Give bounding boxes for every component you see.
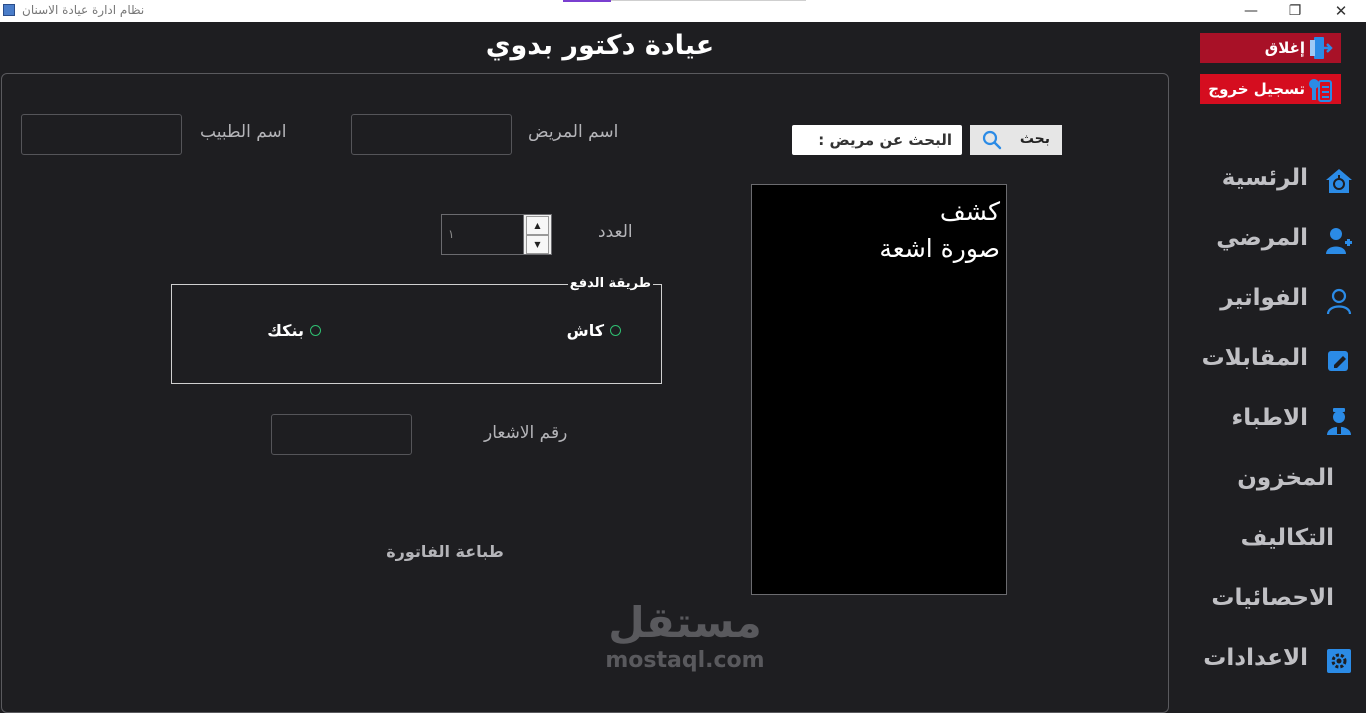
sidebar-item-home[interactable]: الرئسية — [1180, 157, 1366, 207]
exit-door-icon — [1310, 37, 1333, 59]
close-window-button[interactable]: ✕ — [1326, 2, 1356, 20]
maximize-button[interactable]: ❐ — [1280, 2, 1310, 20]
notification-number-label: رقم الاشعار — [484, 423, 568, 443]
doctor-name-label: اسم الطبيب — [200, 122, 287, 142]
sidebar-item-label: الاحصائيات — [1211, 585, 1334, 611]
payment-group-label: طريقة الدفع — [567, 276, 653, 291]
sidebar-item-label: الفواتير — [1220, 285, 1308, 311]
titlebar-accent-line — [611, 0, 806, 1]
list-item[interactable]: كشف — [758, 193, 1000, 230]
sidebar-item-label: المقابلات — [1201, 345, 1308, 371]
payment-cash-radio[interactable]: كاش — [567, 321, 621, 340]
patient-name-label: اسم المريض — [528, 122, 619, 142]
user-icon — [1326, 288, 1352, 315]
sidebar-item-label: الاطباء — [1231, 405, 1308, 431]
page-title: عيادة دكتور بدوي — [485, 30, 715, 61]
sidebar-item-label: المخزون — [1237, 465, 1334, 491]
watermark-latin: mostaql.com — [605, 648, 765, 673]
sidebar-item-invoices[interactable]: الفواتير — [1180, 277, 1366, 327]
count-stepper[interactable]: ١ ▲ ▼ — [441, 214, 552, 255]
print-invoice-button[interactable]: طباعة الفاتورة — [380, 542, 510, 561]
payment-method-group: طريقة الدفع كاش بنكك — [171, 276, 662, 384]
sidebar-item-patients[interactable]: المرضي — [1180, 217, 1366, 267]
logout-button[interactable]: تسجيل خروج — [1200, 74, 1341, 104]
search-button-label: بحث — [1019, 131, 1050, 147]
edit-icon — [1328, 351, 1348, 371]
stepper-down-button[interactable]: ▼ — [526, 235, 549, 254]
logout-label: تسجيل خروج — [1208, 80, 1305, 98]
sidebar-item-appointments[interactable]: المقابلات — [1180, 337, 1366, 387]
gear-icon — [1327, 649, 1351, 673]
patient-search-input[interactable]: البحث عن مريض : — [792, 125, 962, 155]
search-button[interactable]: بحث — [970, 125, 1062, 155]
window-title: نظام ادارة عيادة الاسنان — [22, 3, 145, 17]
search-icon — [982, 130, 1002, 150]
sidebar-item-label: التكاليف — [1240, 525, 1334, 551]
payment-bank-radio[interactable]: بنكك — [267, 321, 321, 340]
app-icon — [3, 4, 15, 16]
doctor-icon — [1327, 408, 1351, 435]
notification-number-field[interactable] — [271, 414, 412, 455]
services-listbox[interactable]: كشف صورة اشعة — [751, 184, 1007, 595]
patient-name-field[interactable] — [351, 114, 512, 155]
window-titlebar: نظام ادارة عيادة الاسنان — ❐ ✕ — [0, 0, 1366, 22]
patient-icon — [1326, 228, 1352, 254]
mostaql-watermark: مستقل mostaql.com — [600, 598, 770, 678]
payment-cash-label: كاش — [566, 321, 604, 340]
sidebar-item-statistics[interactable]: الاحصائيات — [1180, 577, 1366, 627]
close-app-button[interactable]: إغلاق — [1200, 33, 1341, 63]
stepper-buttons: ▲ ▼ — [523, 215, 551, 254]
doctor-name-field[interactable] — [21, 114, 182, 155]
titlebar-accent — [563, 0, 611, 2]
sidebar-item-label: الاعدادات — [1203, 645, 1308, 671]
sidebar-item-settings[interactable]: الاعدادات — [1180, 637, 1366, 687]
list-item[interactable]: صورة اشعة — [758, 230, 1000, 267]
sidebar-item-label: المرضي — [1216, 225, 1308, 251]
sidebar-item-doctors[interactable]: الاطباء — [1180, 397, 1366, 447]
close-app-label: إغلاق — [1264, 39, 1305, 57]
minimize-button[interactable]: — — [1236, 2, 1266, 20]
home-medical-icon — [1326, 169, 1352, 193]
count-value: ١ — [448, 227, 455, 241]
logout-list-icon — [1309, 79, 1332, 102]
payment-bank-label: بنكك — [267, 321, 304, 340]
sidebar-item-label: الرئسية — [1221, 165, 1308, 191]
sidebar-item-inventory[interactable]: المخزون — [1180, 457, 1366, 507]
count-label: العدد — [598, 222, 633, 242]
radio-circle — [310, 325, 321, 336]
stepper-up-button[interactable]: ▲ — [526, 216, 549, 235]
radio-circle — [610, 325, 621, 336]
watermark-arabic: مستقل — [608, 598, 762, 647]
sidebar-item-costs[interactable]: التكاليف — [1180, 517, 1366, 567]
